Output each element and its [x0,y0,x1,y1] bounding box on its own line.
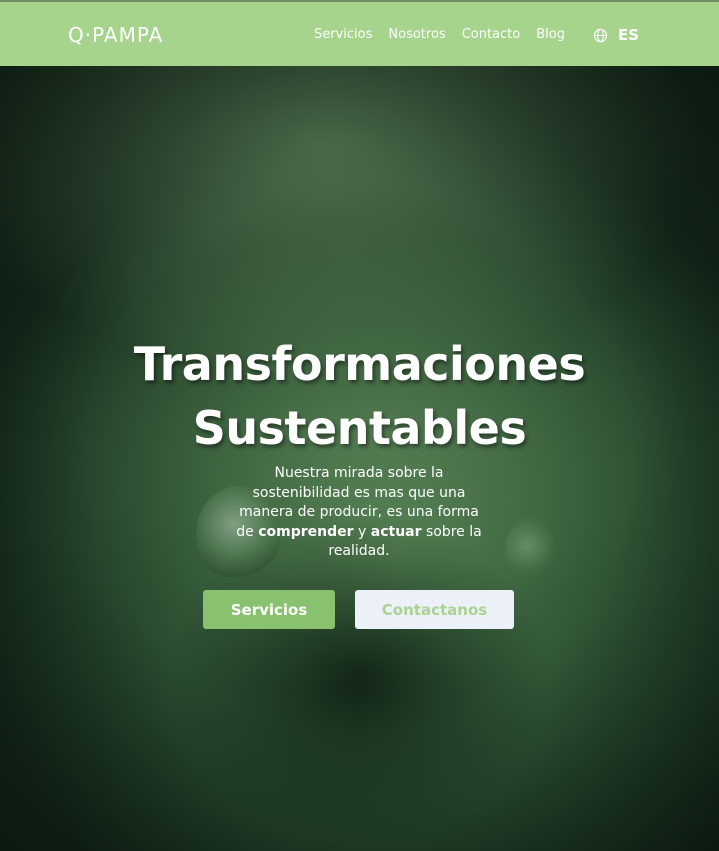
nav-link-nosotros[interactable]: Nosotros [388,27,445,42]
servicios-button[interactable]: Servicios [203,590,335,629]
hero-title: Transformaciones Sustentables [0,332,719,460]
hero-text-part: y [353,523,371,540]
language-label: ES [618,26,640,44]
hero-description: Nuestra mirada sobre la sostenibilidad e… [236,464,482,562]
hero-text-bold-actuar: actuar [370,523,422,540]
nav-link-blog[interactable]: Blog [536,27,565,42]
logo[interactable]: Q·PAMPA [68,23,164,47]
nav-link-servicios[interactable]: Servicios [314,27,372,42]
language-selector[interactable]: ES [593,26,639,44]
hero-title-line-1: Transformaciones [133,337,586,391]
hero-title-line-2: Sustentables [192,401,527,455]
main-nav: Servicios Nosotros Contacto Blog [314,27,565,42]
hero-text-bold-comprender: comprender [258,523,354,540]
nav-link-contacto[interactable]: Contacto [462,27,521,42]
navbar: Q·PAMPA Servicios Nosotros Contacto Blog… [0,0,719,66]
hero-section: Transformaciones Sustentables Nuestra mi… [0,66,719,851]
logo-text: Q·PAMPA [68,23,164,47]
globe-icon [593,28,608,43]
contactanos-button[interactable]: Contactanos [355,590,514,629]
